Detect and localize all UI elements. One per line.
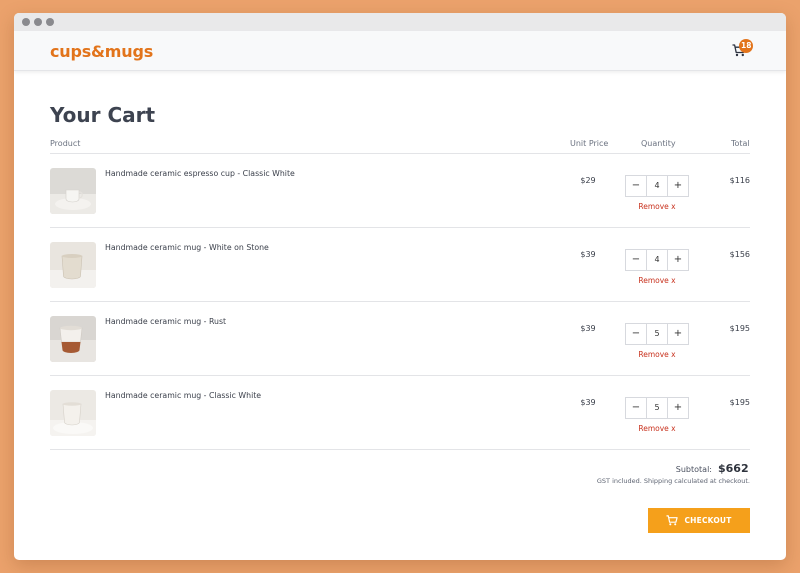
increase-quantity-button[interactable]: + [668, 324, 688, 344]
quantity-value[interactable]: 5 [646, 398, 668, 418]
quantity-value[interactable]: 4 [646, 176, 668, 196]
product-image[interactable] [50, 316, 96, 362]
quantity-stepper: − 4 + [625, 249, 689, 271]
line-total: $195 [729, 398, 750, 407]
window-titlebar [14, 13, 786, 31]
product-name[interactable]: Handmade ceramic mug - Classic White [105, 391, 261, 400]
decrease-quantity-button[interactable]: − [626, 324, 646, 344]
page-title: Your Cart [50, 103, 156, 127]
subtotal-value: $662 [718, 462, 749, 475]
cart-row: Handmade ceramic espresso cup - Classic … [50, 154, 750, 228]
quantity-value[interactable]: 5 [646, 324, 668, 344]
unit-price: $29 [580, 176, 596, 185]
remove-item-link[interactable]: Remove x [625, 350, 689, 359]
decrease-quantity-button[interactable]: − [626, 250, 646, 270]
unit-price: $39 [580, 398, 596, 407]
window-dot-icon[interactable] [22, 18, 30, 26]
increase-quantity-button[interactable]: + [668, 250, 688, 270]
column-header-product: Product [50, 139, 81, 148]
product-name[interactable]: Handmade ceramic espresso cup - Classic … [105, 169, 295, 178]
column-header-unit-price: Unit Price [570, 139, 609, 148]
line-total: $116 [729, 176, 750, 185]
product-image[interactable] [50, 242, 96, 288]
column-header-total: Total [731, 139, 750, 148]
quantity-stepper: − 5 + [625, 323, 689, 345]
product-image[interactable] [50, 390, 96, 436]
product-name[interactable]: Handmade ceramic mug - Rust [105, 317, 226, 326]
cart-button[interactable]: 18 [730, 39, 756, 63]
increase-quantity-button[interactable]: + [668, 398, 688, 418]
quantity-value[interactable]: 4 [646, 250, 668, 270]
shipping-note: GST included. Shipping calculated at che… [596, 477, 750, 485]
brand-logo[interactable]: cups&mugs [50, 42, 153, 61]
line-total: $195 [729, 324, 750, 333]
site-header: cups&mugs 18 [14, 31, 786, 71]
subtotal-label: Subtotal: [675, 465, 712, 474]
cart-row: Handmade ceramic mug - White on Stone $3… [50, 228, 750, 302]
line-total: $156 [729, 250, 750, 259]
decrease-quantity-button[interactable]: − [626, 398, 646, 418]
product-image[interactable] [50, 168, 96, 214]
quantity-stepper: − 5 + [625, 397, 689, 419]
unit-price: $39 [580, 324, 596, 333]
product-name[interactable]: Handmade ceramic mug - White on Stone [105, 243, 269, 252]
remove-item-link[interactable]: Remove x [625, 424, 689, 433]
remove-item-link[interactable]: Remove x [625, 202, 689, 211]
decrease-quantity-button[interactable]: − [626, 176, 646, 196]
increase-quantity-button[interactable]: + [668, 176, 688, 196]
quantity-stepper: − 4 + [625, 175, 689, 197]
unit-price: $39 [580, 250, 596, 259]
cart-count-badge: 18 [739, 39, 754, 53]
window-dot-icon[interactable] [46, 18, 54, 26]
checkout-button[interactable]: CHECKOUT [648, 508, 750, 533]
cart-row: Handmade ceramic mug - Classic White $39… [50, 376, 750, 450]
cart-icon [666, 515, 679, 526]
cart-row: Handmade ceramic mug - Rust $39 − 5 + Re… [50, 302, 750, 376]
column-header-quantity: Quantity [641, 139, 676, 148]
remove-item-link[interactable]: Remove x [625, 276, 689, 285]
row-divider [50, 449, 750, 450]
checkout-label: CHECKOUT [684, 516, 732, 525]
window-dot-icon[interactable] [34, 18, 42, 26]
